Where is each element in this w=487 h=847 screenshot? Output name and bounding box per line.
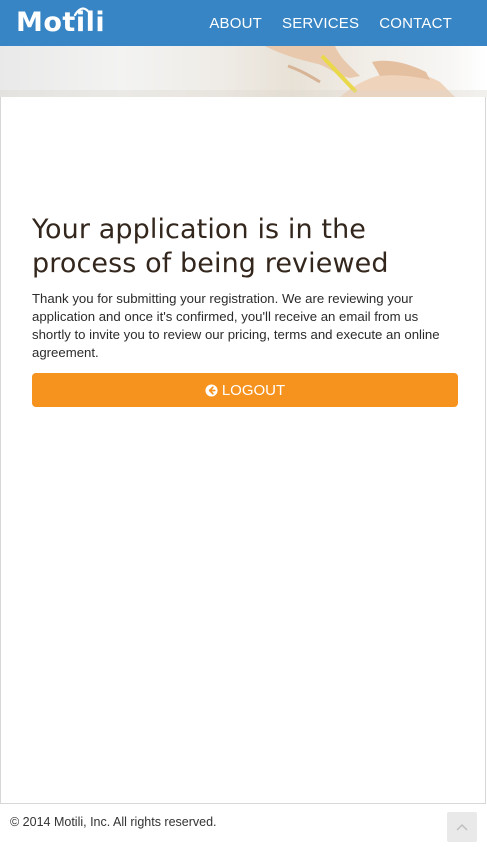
main-nav: ABOUT SERVICES CONTACT <box>189 0 452 46</box>
logout-button[interactable]: LOGOUT <box>32 373 458 407</box>
copyright-text: © 2014 Motili, Inc. All rights reserved. <box>10 815 217 829</box>
logout-label: LOGOUT <box>221 381 286 399</box>
hands-measuring-illustration <box>0 46 487 97</box>
page-title: Your application is in the process of be… <box>32 214 389 279</box>
chevron-up-icon <box>456 824 468 831</box>
nav-about[interactable]: ABOUT <box>209 15 262 32</box>
nav-services[interactable]: SERVICES <box>282 15 359 32</box>
arrow-circle-left-icon <box>205 383 218 397</box>
main-content: Your application is in the process of be… <box>0 97 486 804</box>
site-footer: © 2014 Motili, Inc. All rights reserved. <box>0 805 487 847</box>
hero-banner-image <box>0 46 487 97</box>
review-message: Thank you for submitting your registrati… <box>32 291 440 360</box>
logo-arc-icon <box>73 7 93 16</box>
site-header: Motili ABOUT SERVICES CONTACT <box>0 0 487 46</box>
scroll-to-top-button[interactable] <box>447 812 477 842</box>
nav-contact[interactable]: CONTACT <box>379 15 452 32</box>
